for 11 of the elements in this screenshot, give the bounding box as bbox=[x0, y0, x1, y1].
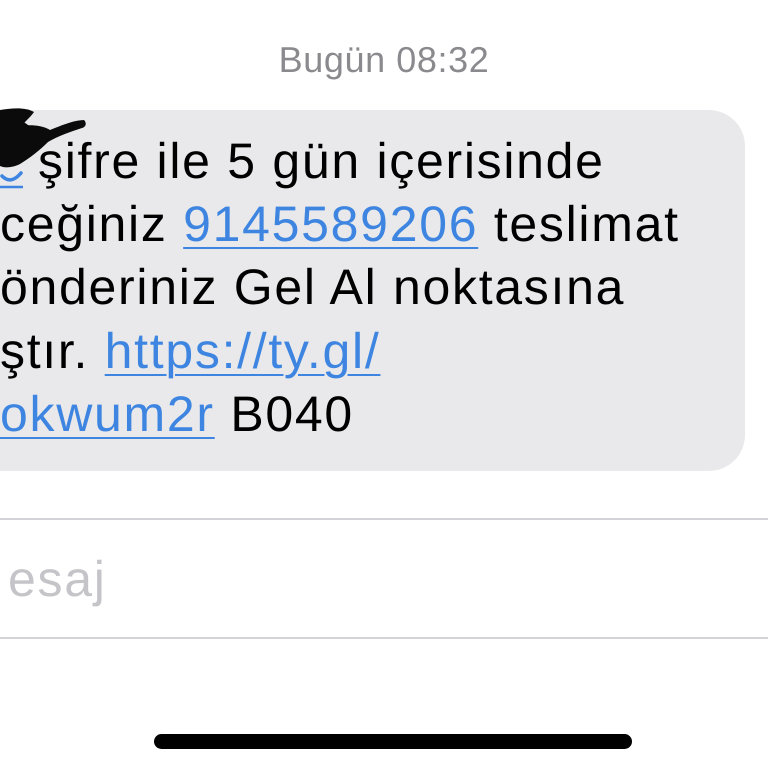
message-link[interactable]: https://ty.gl/ bbox=[104, 322, 380, 379]
message-text: ştır. https://ty.gl/ bbox=[0, 322, 380, 380]
message-text: önderiniz Gel Al noktasına bbox=[0, 258, 626, 316]
message-text: okwum2r B040 bbox=[0, 384, 354, 443]
message-link[interactable]: okwum2r bbox=[0, 386, 215, 442]
home-indicator[interactable] bbox=[154, 734, 632, 750]
message-link[interactable]: 9145589206 bbox=[183, 196, 478, 252]
message-timestamp: Bugün 08:32 bbox=[278, 39, 490, 80]
message-text: ceğiniz 9145589206 teslimat bbox=[0, 194, 680, 253]
message-input-field[interactable]: esaj bbox=[0, 518, 768, 640]
message-text: şifre ile 5 gün içerisinde bbox=[38, 132, 605, 190]
